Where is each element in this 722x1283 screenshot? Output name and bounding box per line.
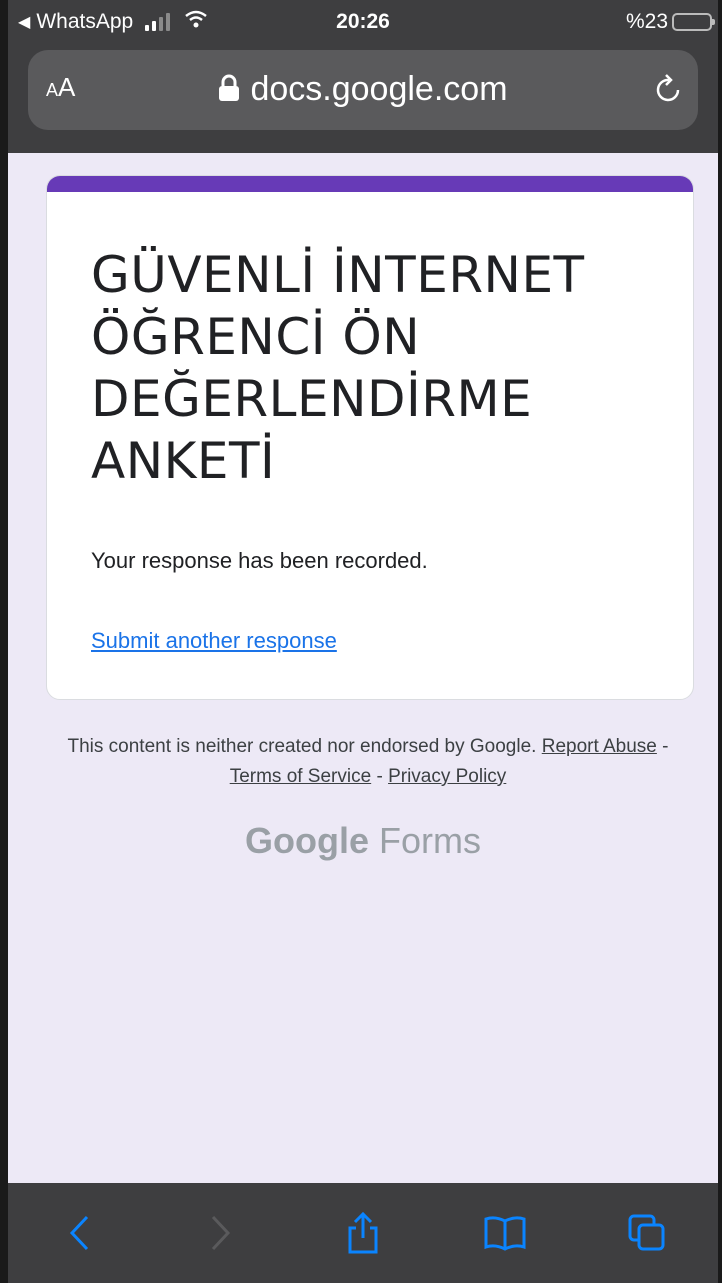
bookmarks-icon[interactable] [475, 1203, 535, 1263]
share-icon[interactable] [333, 1203, 393, 1263]
terms-of-service-link[interactable]: Terms of Service [230, 766, 371, 787]
reload-icon[interactable] [654, 72, 684, 111]
submit-another-response-link[interactable]: Submit another response [91, 628, 337, 654]
forward-icon[interactable] [191, 1203, 251, 1263]
separator: - [371, 766, 389, 787]
card-accent-bar [47, 176, 693, 192]
confirmation-message: Your response has been recorded. [91, 548, 428, 573]
logo-google-word: Google [244, 820, 369, 861]
browser-frame: ◀ WhatsApp 20:26 %23 AA docs.google.com … [8, 0, 718, 1283]
browser-bottom-toolbar [8, 1183, 718, 1283]
address-bar[interactable]: AA docs.google.com [28, 50, 698, 130]
form-title: GÜVENLİ İNTERNET ÖĞRENCİ ÖN DEĞERLENDİRM… [91, 246, 585, 490]
report-abuse-link[interactable]: Report Abuse [542, 736, 657, 757]
url-display[interactable]: docs.google.com [28, 70, 698, 111]
separator: - [656, 736, 669, 757]
status-time: 20:26 [336, 10, 390, 33]
privacy-policy-link[interactable]: Privacy Policy [388, 766, 506, 787]
form-card: GÜVENLİ İNTERNET ÖĞRENCİ ÖN DEĞERLENDİRM… [46, 175, 694, 700]
logo-forms-word: Forms [379, 820, 481, 861]
lock-icon [218, 72, 240, 111]
status-bar-right: %23 [625, 10, 715, 34]
footer-disclaimer: This content is neither created nor endo… [48, 732, 688, 792]
disclaimer-text: This content is neither created nor endo… [67, 736, 537, 757]
browser-top-chrome: ◀ WhatsApp 20:26 %23 AA docs.google.com [8, 0, 718, 153]
back-icon[interactable] [49, 1203, 109, 1263]
battery-icon [672, 13, 715, 31]
url-domain: docs.google.com [250, 70, 508, 108]
tabs-icon[interactable] [617, 1203, 677, 1263]
battery-percent: %23 [625, 10, 668, 33]
google-forms-logo[interactable]: Google Forms [8, 820, 718, 862]
